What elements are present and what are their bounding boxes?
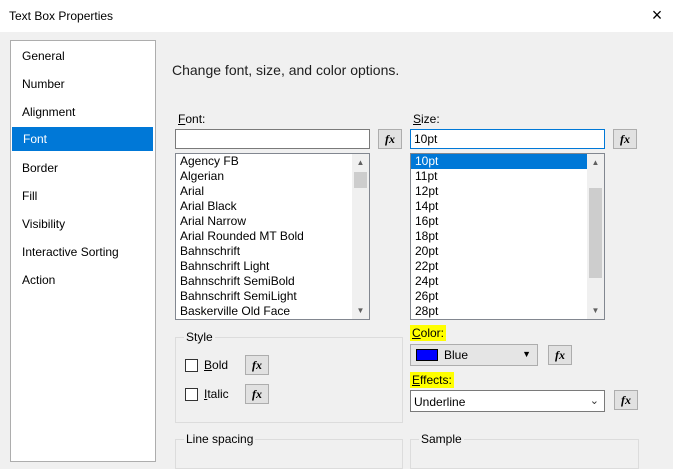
scroll-down-icon[interactable]: ▼ (587, 302, 604, 319)
font-listbox[interactable]: Agency FB Algerian Arial Arial Black Arial N… (175, 153, 370, 320)
nav-item-font[interactable]: Font (12, 127, 153, 151)
color-label: Color: (410, 325, 447, 341)
scroll-up-icon[interactable]: ▲ (352, 154, 369, 171)
size-option[interactable]: 22pt (411, 259, 604, 274)
style-group-title: Style (184, 330, 215, 344)
font-option[interactable]: Bahnschrift (176, 244, 369, 259)
italic-checkbox[interactable] (185, 388, 198, 401)
nav-item-fill[interactable]: Fill (11, 184, 155, 208)
color-expression-button[interactable]: fx (548, 345, 572, 365)
font-option[interactable]: Baskerville Old Face (176, 304, 369, 319)
size-option[interactable]: 20pt (411, 244, 604, 259)
size-scrollbar[interactable]: ▲ ▼ (587, 154, 604, 319)
italic-expression-button[interactable]: fx (245, 384, 269, 404)
scroll-thumb[interactable] (589, 188, 602, 278)
category-nav: General Number Alignment Font Border Fil… (10, 40, 156, 462)
italic-label: Italic (204, 387, 229, 401)
font-expression-button[interactable]: fx (378, 129, 402, 149)
window-title: Text Box Properties (9, 9, 114, 23)
effects-dropdown[interactable]: Underline ⌄ (410, 390, 605, 412)
color-combo[interactable]: Blue ▼ (410, 344, 538, 366)
effects-expression-button[interactable]: fx (614, 390, 638, 410)
size-option[interactable]: 10pt (411, 154, 587, 169)
sample-group: Sample (410, 432, 639, 469)
size-option[interactable]: 24pt (411, 274, 604, 289)
size-option[interactable]: 26pt (411, 289, 604, 304)
font-input[interactable] (175, 129, 370, 149)
line-spacing-title: Line spacing (184, 432, 256, 446)
effects-value: Underline (414, 395, 466, 409)
sample-title: Sample (419, 432, 464, 446)
font-scrollbar[interactable]: ▲ ▼ (352, 154, 369, 319)
style-group: Style Bold fx Italic fx (175, 330, 403, 423)
size-option[interactable]: 14pt (411, 199, 604, 214)
size-option[interactable]: 18pt (411, 229, 604, 244)
size-listbox[interactable]: 10pt 11pt 12pt 14pt 16pt 18pt 20pt 22pt 24pt 26pt… (410, 153, 605, 320)
size-input[interactable]: 10pt (410, 129, 605, 149)
size-option[interactable]: 12pt (411, 184, 604, 199)
page-heading: Change font, size, and color options. (172, 62, 400, 78)
nav-item-visibility[interactable]: Visibility (11, 212, 155, 236)
size-expression-button[interactable]: fx (613, 129, 637, 149)
font-option[interactable]: Bahnschrift SemiLight (176, 289, 369, 304)
bold-label: Bold (204, 358, 229, 372)
nav-item-action[interactable]: Action (11, 268, 155, 292)
effects-label: Effects: (410, 372, 454, 388)
font-option[interactable]: Algerian (176, 169, 369, 184)
scroll-down-icon[interactable]: ▼ (352, 302, 369, 319)
font-option[interactable]: Arial Narrow (176, 214, 369, 229)
size-option[interactable]: 11pt (411, 169, 604, 184)
nav-item-interactive-sorting[interactable]: Interactive Sorting (11, 240, 155, 264)
dropdown-arrow-icon: ▼ (522, 349, 531, 359)
chevron-down-icon: ⌄ (589, 395, 599, 407)
font-option[interactable]: Arial (176, 184, 369, 199)
font-option[interactable]: Bahnschrift SemiBold (176, 274, 369, 289)
size-option[interactable]: 16pt (411, 214, 604, 229)
close-icon[interactable]: × (646, 4, 668, 26)
font-option[interactable]: Arial Rounded MT Bold (176, 229, 369, 244)
title-bar: Text Box Properties × (0, 0, 673, 32)
color-swatch (416, 349, 438, 361)
nav-item-border[interactable]: Border (11, 156, 155, 180)
nav-item-number[interactable]: Number (11, 72, 155, 96)
scroll-thumb[interactable] (354, 172, 367, 188)
size-label: Size: (413, 112, 440, 126)
nav-item-alignment[interactable]: Alignment (11, 100, 155, 124)
font-option[interactable]: Agency FB (176, 154, 369, 169)
color-value: Blue (444, 348, 469, 362)
bold-expression-button[interactable]: fx (245, 355, 269, 375)
nav-item-general[interactable]: General (11, 44, 155, 68)
font-option[interactable]: Bahnschrift Light (176, 259, 369, 274)
font-option[interactable]: Arial Black (176, 199, 369, 214)
line-spacing-group: Line spacing (175, 432, 403, 469)
scroll-up-icon[interactable]: ▲ (587, 154, 604, 171)
size-option[interactable]: 28pt (411, 304, 604, 319)
bold-checkbox[interactable] (185, 359, 198, 372)
font-label: Font: (178, 112, 206, 126)
